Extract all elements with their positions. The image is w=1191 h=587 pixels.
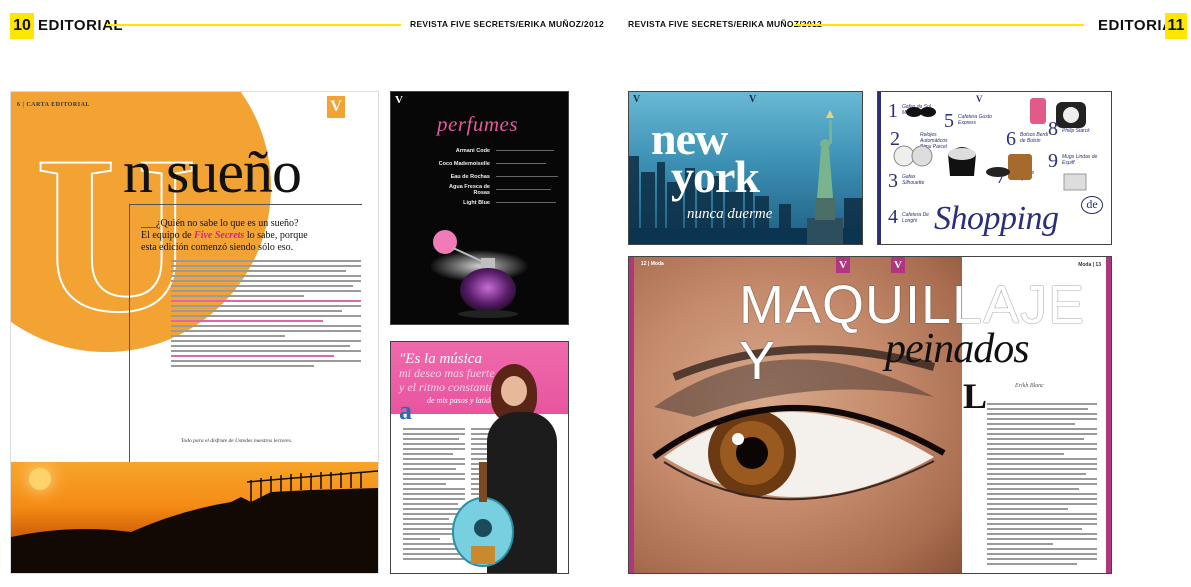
- sunglasses-icon: [906, 107, 936, 117]
- perfume-item-name: Coco Mademoiselle: [438, 160, 490, 167]
- guitar-icon: [452, 462, 514, 567]
- carta-closing: Todo para el disfrute de Ustedes nuestro…: [181, 438, 293, 444]
- perfumes-spread[interactable]: V perfumes Armani Code Coco Mademoiselle…: [390, 91, 569, 325]
- header-rule-left: [106, 24, 401, 26]
- perfume-item: Eau de Rochas: [435, 170, 565, 183]
- perfume-item: Armani Code: [435, 144, 565, 157]
- header-rule-right: [794, 24, 1084, 26]
- singer-face-shape: [501, 376, 527, 406]
- newyork-title: new york: [651, 116, 760, 200]
- maquillaje-title-line2: peinados: [885, 326, 1030, 372]
- lead-pre: El equipo de: [141, 230, 195, 241]
- shopping-de: de: [1081, 196, 1103, 214]
- maquillaje-body-text: [987, 403, 1097, 568]
- page-number-left: 10: [10, 13, 34, 39]
- brand-name: Five Secrets: [194, 230, 245, 241]
- musica-quote-line2: mi deseo mas fuerte: [399, 366, 495, 380]
- v-monogram-icon: V: [836, 257, 850, 273]
- newyork-subtitle: nunca duerme: [687, 206, 773, 222]
- shopping-spread[interactable]: V 1Gafas de Sol Marco Poesy 2Relojes Aut…: [877, 91, 1112, 245]
- perfume-item-name: Light Blue: [463, 199, 490, 206]
- perfumes-list: Armani Code Coco Mademoiselle Eau de Roc…: [435, 144, 565, 209]
- perfume-item: Light Blue: [435, 196, 565, 209]
- carta-lead-line1: ___¿Quién no sabe lo que es un sueño?: [141, 218, 299, 229]
- perfume-item: Coco Mademoiselle: [435, 157, 565, 170]
- perfumes-title: perfumes: [437, 112, 518, 136]
- v-monogram-icon: V: [891, 257, 905, 273]
- musica-quote-line4: de mis pasos y latidos": [427, 396, 501, 405]
- perfume-item-name: Eau de Rochas: [450, 173, 490, 180]
- carta-headline: n sueño: [123, 139, 302, 205]
- maquillaje-folio-left: 12 | Moda: [641, 261, 664, 267]
- carta-body-text: [171, 260, 361, 370]
- carta-editorial-spread[interactable]: 6 | CARTA EDITORIAL V U n sueño ___¿Quié…: [10, 91, 379, 574]
- carta-folio: 6 | CARTA EDITORIAL: [17, 102, 90, 108]
- musica-quote-line1: "Es la música: [399, 351, 482, 367]
- musica-quote-line3: y el ritmo constante: [399, 380, 494, 394]
- carta-lead: ___¿Quién no sabe lo que es un sueño? El…: [141, 218, 371, 254]
- credit-left: REVISTA FIVE SECRETS/ERIKA MUÑOZ/2012: [410, 19, 605, 29]
- carta-lead-line3: esta edición comenzó siendo sólo eso.: [141, 242, 294, 253]
- perfume-item: Agua Fresca de Rosas: [435, 183, 565, 196]
- perfume-bottle-icon: [431, 230, 529, 318]
- silhouette-skyline: [11, 470, 378, 573]
- sunset-photo: [11, 462, 378, 573]
- musica-drop-letter: a: [399, 396, 412, 425]
- v-monogram-icon: V: [395, 94, 403, 106]
- maquillaje-byline: Erikh Blanc: [1015, 383, 1044, 389]
- maquillaje-drop-letter: L: [963, 376, 988, 416]
- maquillaje-spread[interactable]: 12 | Moda V V Moda | 13 Maquillaje y pei…: [628, 256, 1112, 574]
- credit-right: REVISTA FIVE SECRETS/ERIKA MUÑOZ/2012: [628, 19, 823, 29]
- perfume-item-name: Agua Fresca de Rosas: [449, 183, 490, 196]
- carta-lead-line2: El equipo de Five Secrets lo sabe, porqu…: [141, 230, 371, 242]
- musica-spread[interactable]: "Es la música mi deseo mas fuerte y el r…: [390, 341, 569, 574]
- lead-post: lo sabe, porque: [244, 230, 308, 241]
- perfume-item-name: Armani Code: [455, 147, 490, 154]
- shopping-title: Shopping: [934, 200, 1059, 237]
- musica-quote: "Es la música mi deseo mas fuerte y el r…: [399, 352, 501, 408]
- newyork-spread[interactable]: V V new york nunca duerme: [628, 91, 863, 245]
- maquillaje-folio-right: Moda | 13: [1078, 262, 1101, 268]
- v-monogram-icon: V: [327, 96, 345, 118]
- espresso-machine-icon: [948, 147, 976, 176]
- page-number-right: 11: [1165, 13, 1187, 39]
- statue-of-liberty-icon: [807, 110, 843, 244]
